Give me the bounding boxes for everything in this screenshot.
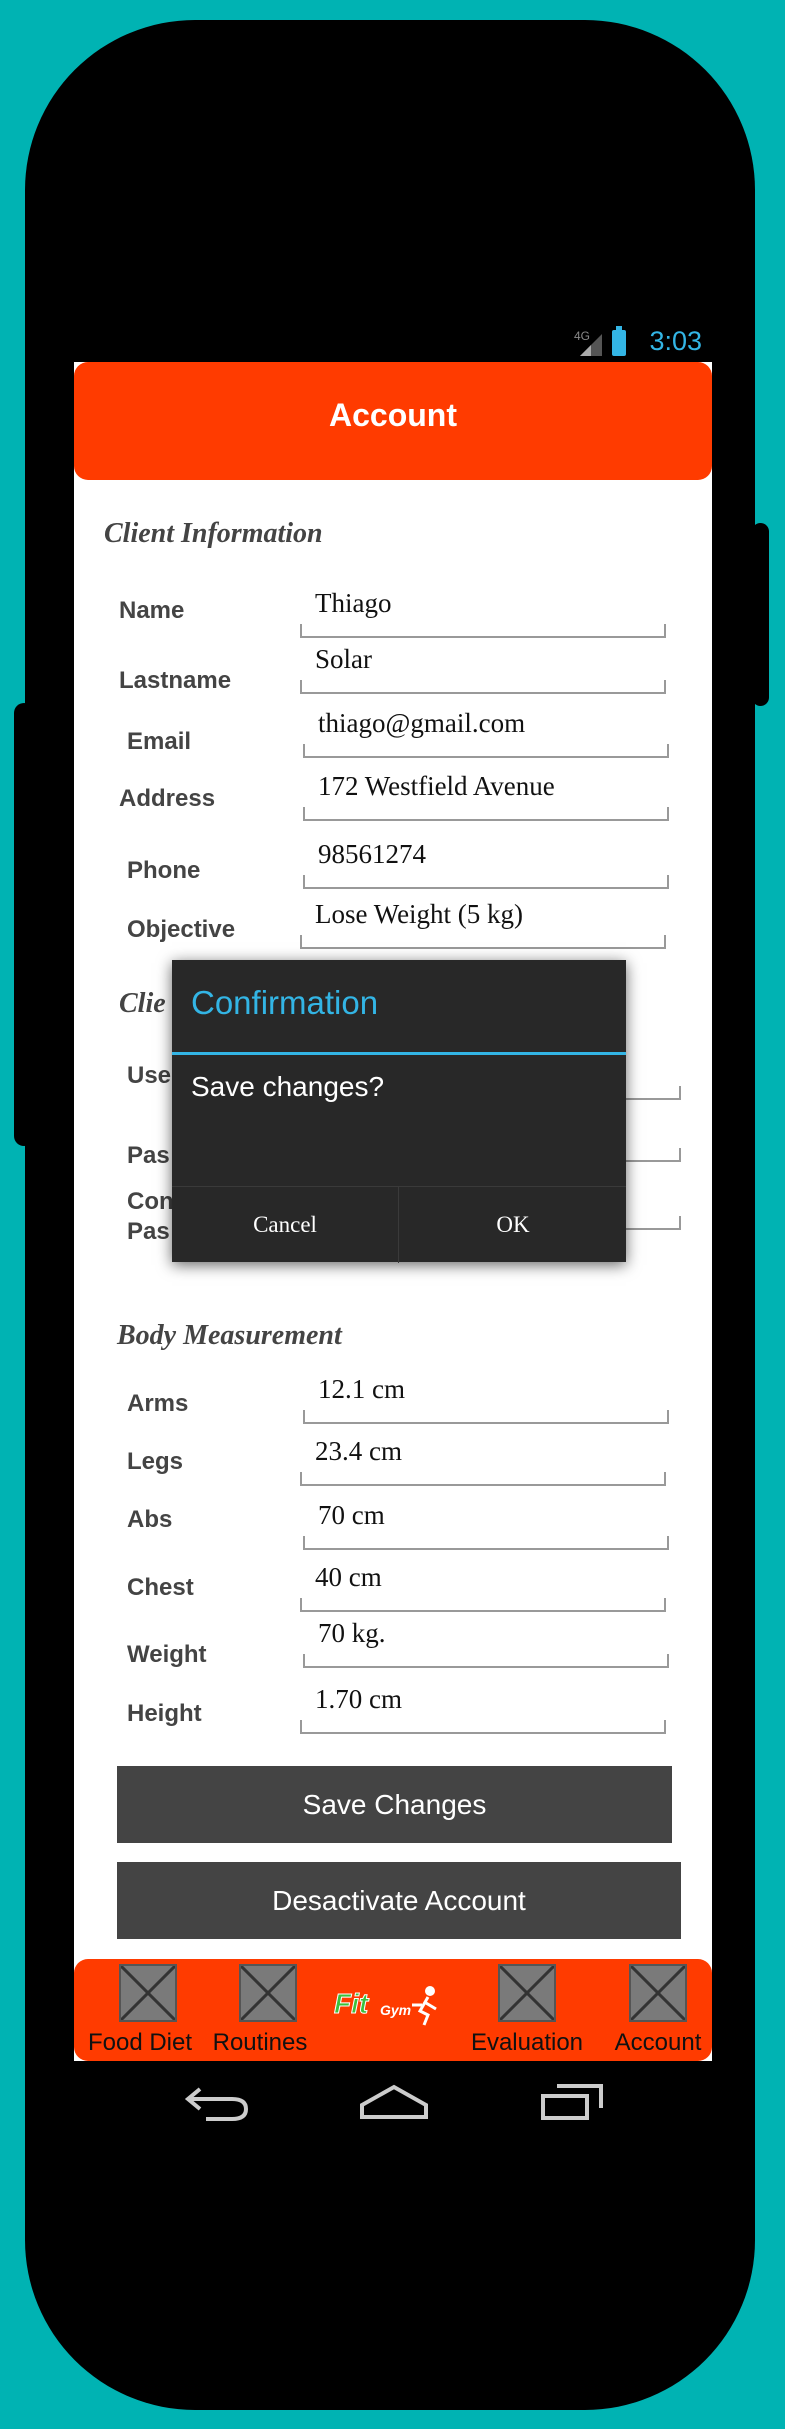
chest-field[interactable]: 40 cm (300, 1562, 666, 1612)
status-time: 3:03 (649, 326, 702, 356)
nav-item-evaluation[interactable]: Evaluation (452, 1959, 602, 2061)
ok-button[interactable]: OK (400, 1187, 626, 1263)
lastname-underline (300, 680, 666, 694)
legs-field[interactable]: 23.4 cm (300, 1436, 666, 1486)
cancel-button[interactable]: Cancel (172, 1187, 399, 1263)
legs-value: 23.4 cm (315, 1436, 402, 1466)
bottom-navigation: Food Diet Routines Fit Gym Evaluation Ac… (74, 1959, 712, 2061)
broken-image-icon (498, 1964, 556, 2022)
height-value: 1.70 cm (315, 1684, 402, 1714)
legs-underline (300, 1472, 666, 1486)
weight-value: 70 kg. (318, 1618, 386, 1648)
email-label: Email (127, 728, 192, 755)
lastname-label: Lastname (119, 667, 232, 694)
dialog-message: Save changes? (191, 1071, 385, 1102)
nav-label-evaluation: Evaluation (470, 2029, 584, 2056)
name-label: Name (119, 597, 185, 624)
dialog-button-bar: Cancel OK (172, 1186, 626, 1263)
height-field[interactable]: 1.70 cm (300, 1684, 666, 1734)
save-changes-button[interactable]: Save Changes (117, 1766, 672, 1843)
email-value: thiago@gmail.com (318, 708, 526, 738)
username-label: Use (127, 1062, 172, 1089)
abs-field[interactable]: 70 cm (303, 1500, 669, 1550)
height-underline (300, 1720, 666, 1734)
arms-label: Arms (127, 1390, 189, 1417)
objective-field[interactable]: Lose Weight (5 kg) (300, 899, 666, 949)
weight-field[interactable]: 70 kg. (303, 1618, 669, 1668)
nav-item-account[interactable]: Account (604, 1959, 712, 2061)
lastname-field[interactable]: Solar (300, 644, 666, 694)
arms-field[interactable]: 12.1 cm (303, 1374, 669, 1424)
abs-value: 70 cm (318, 1500, 385, 1530)
status-icons: 4G (574, 326, 634, 363)
email-underline (303, 744, 669, 758)
phone-volume-button (14, 703, 34, 1146)
password-label: Pas (127, 1142, 170, 1169)
app-bar: Account (74, 362, 712, 480)
lastname-value: Solar (315, 644, 372, 674)
objective-value: Lose Weight (5 kg) (315, 899, 524, 929)
confirmation-dialog: Confirmation Save changes? Cancel OK (172, 960, 626, 1263)
nav-label-routines: Routines (212, 2029, 308, 2056)
phone-power-button (752, 523, 769, 706)
address-field[interactable]: 172 Westfield Avenue (303, 771, 669, 821)
name-field[interactable]: Thiago (300, 588, 666, 638)
weight-underline (303, 1654, 669, 1668)
abs-underline (303, 1536, 669, 1550)
objective-label: Objective (127, 916, 236, 943)
address-value: 172 Westfield Avenue (318, 771, 555, 801)
name-underline (300, 624, 666, 638)
address-label: Address (119, 785, 216, 812)
phone-field[interactable]: 98561274 (303, 839, 669, 889)
phone-label: Phone (127, 857, 201, 884)
broken-image-icon (239, 1964, 297, 2022)
chest-label: Chest (127, 1574, 194, 1601)
arms-value: 12.1 cm (318, 1374, 405, 1404)
recent-apps-icon[interactable] (540, 2083, 604, 2121)
back-icon[interactable] (184, 2081, 250, 2125)
network-type-label: 4G (574, 329, 590, 343)
address-underline (303, 807, 669, 821)
status-bar: 4G 3:03 (74, 320, 712, 362)
legs-label: Legs (127, 1448, 184, 1475)
client-info-title: Client Information (104, 518, 323, 549)
dialog-divider (172, 1052, 626, 1055)
system-navigation-bar (74, 2061, 712, 2146)
nav-item-food-diet[interactable]: Food Diet (84, 1959, 196, 2061)
name-value: Thiago (315, 588, 392, 618)
deactivate-account-button[interactable]: Desactivate Account (117, 1862, 681, 1939)
phone-screen: 4G 3:03 Account Client Information Name … (74, 320, 712, 2146)
body-measurement-title: Body Measurement (117, 1320, 342, 1351)
objective-underline (300, 935, 666, 949)
fitgym-logo-icon: Fit Gym (334, 1986, 437, 2026)
home-icon[interactable] (359, 2083, 429, 2121)
broken-image-icon (119, 1964, 177, 2022)
broken-image-icon (629, 1964, 687, 2022)
chest-value: 40 cm (315, 1562, 382, 1592)
weight-label: Weight (127, 1641, 207, 1668)
confirm-password-label-1: Con (127, 1188, 174, 1215)
phone-underline (303, 875, 669, 889)
nav-item-routines[interactable]: Routines (204, 1959, 316, 2061)
height-label: Height (127, 1700, 202, 1727)
nav-label-food-diet: Food Diet (87, 2029, 193, 2056)
account-info-title: Clie (119, 988, 166, 1019)
abs-label: Abs (127, 1506, 173, 1533)
phone-value: 98561274 (318, 839, 426, 869)
svg-text:Gym: Gym (380, 2002, 411, 2018)
signal-icon: 4G (574, 326, 626, 356)
svg-text:Fit: Fit (334, 1988, 370, 2019)
fitgym-logo: Fit Gym (332, 1981, 442, 2031)
email-field[interactable]: thiago@gmail.com (303, 708, 669, 758)
confirm-password-label-2: Pas (127, 1218, 170, 1245)
nav-label-account: Account (614, 2029, 702, 2056)
dialog-title: Confirmation (191, 984, 379, 1021)
page-title: Account (329, 397, 457, 433)
chest-underline (300, 1598, 666, 1612)
arms-underline (303, 1410, 669, 1424)
